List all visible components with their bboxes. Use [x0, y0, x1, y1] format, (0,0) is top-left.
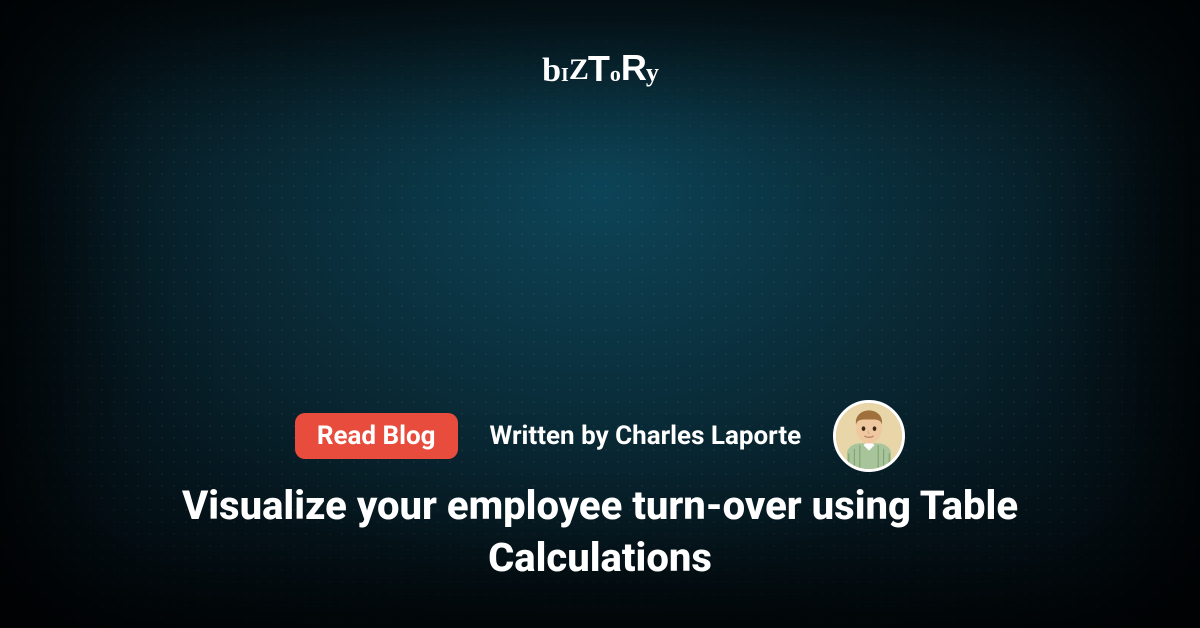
- brand-logo: bIZToRy: [542, 48, 658, 90]
- article-meta-row: Read Blog Written by Charles Laporte: [0, 400, 1200, 472]
- author-name: Charles Laporte: [615, 421, 801, 451]
- read-blog-button[interactable]: Read Blog: [295, 413, 458, 459]
- author-avatar: [833, 400, 905, 472]
- author-byline: Written by Charles Laporte: [490, 421, 802, 451]
- byline-prefix: Written by: [490, 421, 616, 451]
- avatar-illustration: [836, 403, 902, 469]
- article-title: Visualize your employee turn-over using …: [160, 480, 1040, 584]
